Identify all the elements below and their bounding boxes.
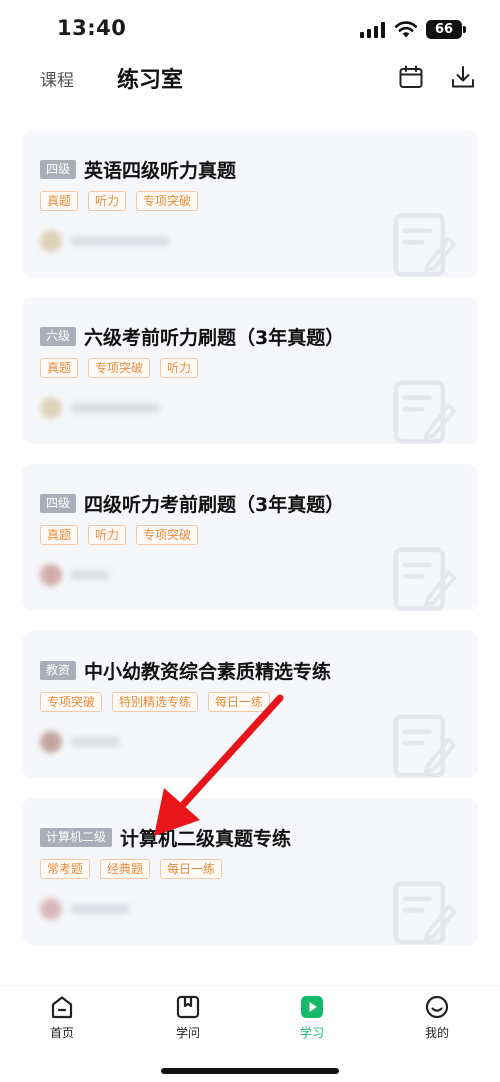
practice-card[interactable]: 四级 四级听力考前刷题（3年真题） 真题 听力 专项突破 <box>22 464 478 611</box>
tab-label: 首页 <box>49 1026 74 1040</box>
tab-practice-room[interactable]: 练习室 <box>117 62 183 94</box>
card-title: 英语四级听力真题 <box>84 159 237 182</box>
tab-me[interactable]: 我的 <box>397 994 477 1041</box>
author-info-blurred <box>40 564 110 586</box>
tag-list: 真题 听力 专项突破 <box>40 525 208 545</box>
author-name-placeholder <box>70 904 130 914</box>
tag: 听力 <box>88 191 127 211</box>
book-icon <box>176 995 200 1019</box>
battery-tip <box>463 26 466 33</box>
exam-paper-icon <box>392 877 458 945</box>
tab-label: 学问 <box>175 1026 200 1040</box>
tag: 真题 <box>40 358 79 378</box>
tab-home[interactable]: 首页 <box>22 994 102 1041</box>
wifi-icon <box>394 21 418 38</box>
tag-list: 真题 专项突破 听力 <box>40 358 208 378</box>
author-name-placeholder <box>70 570 110 580</box>
level-badge: 六级 <box>40 326 77 346</box>
exam-paper-icon <box>392 710 458 778</box>
home-indicator <box>161 1068 339 1074</box>
avatar <box>40 564 62 586</box>
tag: 专项突破 <box>136 525 199 545</box>
tab-xuewen[interactable]: 学问 <box>148 994 228 1041</box>
cellular-signal-icon <box>360 22 386 38</box>
red-arrow-annotation <box>154 694 284 836</box>
play-icon <box>301 996 323 1018</box>
tag: 听力 <box>160 358 199 378</box>
level-badge: 四级 <box>40 159 77 179</box>
smile-icon <box>425 995 449 1019</box>
author-name-placeholder <box>70 236 170 246</box>
tag: 经典题 <box>100 859 151 879</box>
tag: 常考题 <box>40 859 91 879</box>
status-time: 13:40 <box>57 16 127 40</box>
exam-paper-icon <box>392 209 458 277</box>
exam-paper-icon <box>392 543 458 611</box>
author-name-placeholder <box>70 737 120 747</box>
author-info-blurred <box>40 230 170 252</box>
top-header: 课程 练习室 <box>0 56 500 100</box>
status-bar: 13:40 66 <box>0 0 500 56</box>
home-icon <box>51 996 73 1019</box>
download-icon[interactable] <box>450 64 476 90</box>
card-title: 四级听力考前刷题（3年真题） <box>84 493 345 516</box>
card-title: 中小幼教资综合素质精选专练 <box>84 660 332 683</box>
avatar <box>40 731 62 753</box>
author-info-blurred <box>40 898 130 920</box>
card-title-row: 六级 六级考前听力刷题（3年真题） <box>40 324 345 349</box>
tab-course[interactable]: 课程 <box>40 66 74 91</box>
card-title-row: 教资 中小幼教资综合素质精选专练 <box>40 658 332 683</box>
tag-list: 真题 听力 专项突破 <box>40 191 208 211</box>
calendar-icon[interactable] <box>398 64 424 90</box>
card-title-row: 四级 四级听力考前刷题（3年真题） <box>40 491 345 516</box>
tag: 听力 <box>88 525 127 545</box>
tag: 专项突破 <box>88 358 151 378</box>
avatar <box>40 898 62 920</box>
card-title-row: 四级 英语四级听力真题 <box>40 157 237 182</box>
avatar <box>40 397 62 419</box>
tag: 专项突破 <box>40 692 103 712</box>
avatar <box>40 230 62 252</box>
tag: 真题 <box>40 191 79 211</box>
tag: 真题 <box>40 525 79 545</box>
practice-card[interactable]: 六级 六级考前听力刷题（3年真题） 真题 专项突破 听力 <box>22 297 478 444</box>
level-badge: 四级 <box>40 493 77 513</box>
tag: 专项突破 <box>136 191 199 211</box>
level-badge: 计算机二级 <box>40 827 113 847</box>
author-name-placeholder <box>70 403 160 413</box>
tab-label: 我的 <box>424 1026 449 1040</box>
tab-study[interactable]: 学习 <box>272 994 352 1041</box>
practice-card[interactable]: 四级 英语四级听力真题 真题 听力 专项突破 <box>22 130 478 277</box>
tag: 每日一练 <box>160 859 223 879</box>
level-badge: 教资 <box>40 660 77 680</box>
battery-icon: 66 <box>426 20 462 39</box>
author-info-blurred <box>40 397 160 419</box>
tab-label: 学习 <box>299 1026 324 1040</box>
tag-list: 常考题 经典题 每日一练 <box>40 859 232 879</box>
author-info-blurred <box>40 731 120 753</box>
card-title: 六级考前听力刷题（3年真题） <box>84 326 345 349</box>
exam-paper-icon <box>392 376 458 444</box>
